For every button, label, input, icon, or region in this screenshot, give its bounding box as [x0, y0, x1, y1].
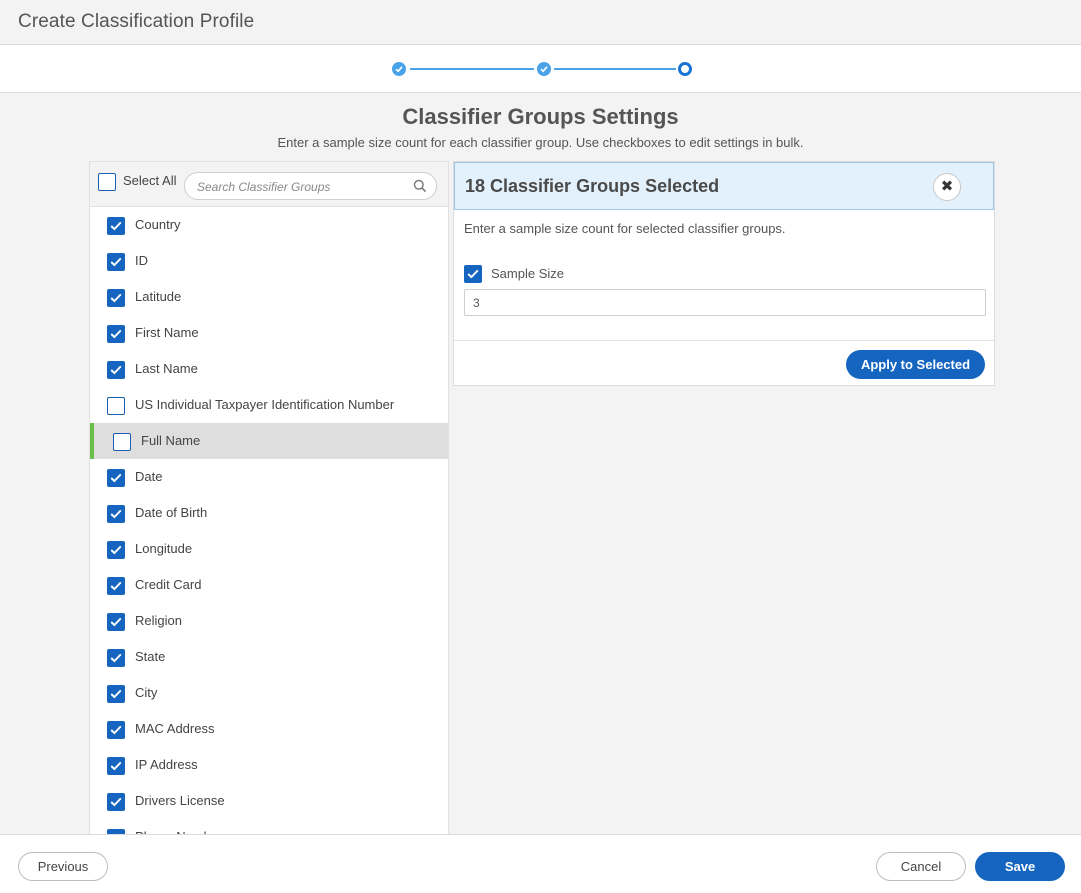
list-item-label: City [135, 685, 158, 700]
cancel-button[interactable]: Cancel [876, 852, 966, 881]
list-item[interactable]: Country [90, 207, 448, 243]
list-item[interactable]: IP Address [90, 747, 448, 783]
list-item-label: Date of Birth [135, 505, 208, 520]
list-item[interactable]: State [90, 639, 448, 675]
list-item-label: IP Address [135, 757, 198, 772]
list-item[interactable]: Latitude [90, 279, 448, 315]
list-item-label: State [135, 649, 166, 664]
close-icon: ✖ [940, 178, 954, 195]
list-item[interactable]: Date of Birth [90, 495, 448, 531]
list-item-label: ID [135, 253, 148, 268]
bulk-edit-panel: 18 Classifier Groups Selected ✖ Enter a … [453, 161, 995, 386]
list-item[interactable]: Full Name [90, 423, 448, 459]
list-item[interactable]: MAC Address [90, 711, 448, 747]
list-item-checkbox[interactable] [107, 217, 125, 235]
list-item-label: First Name [135, 325, 199, 340]
list-item-checkbox[interactable] [107, 685, 125, 703]
bulk-edit-description: Enter a sample size count for selected c… [464, 221, 786, 236]
page-subtitle: Enter a sample size count for each class… [277, 135, 804, 150]
list-item-checkbox[interactable] [107, 505, 125, 523]
list-item-checkbox[interactable] [113, 433, 131, 451]
list-item-label: US Individual Taxpayer Identification Nu… [135, 397, 395, 412]
list-item[interactable]: Phone Number [90, 819, 448, 834]
list-item[interactable]: Longitude [90, 531, 448, 567]
select-all-label: Select All [123, 173, 177, 188]
select-all-checkbox[interactable] [98, 173, 116, 191]
list-item-checkbox[interactable] [107, 289, 125, 307]
list-item-label: Latitude [135, 289, 182, 304]
list-item-checkbox[interactable] [107, 361, 125, 379]
bulk-edit-header: 18 Classifier Groups Selected ✖ [454, 162, 994, 210]
selected-count-title: 18 Classifier Groups Selected [465, 176, 720, 196]
list-item[interactable]: Credit Card [90, 567, 448, 603]
save-button[interactable]: Save [975, 852, 1065, 881]
list-item-checkbox[interactable] [107, 541, 125, 559]
divider [454, 340, 994, 341]
step-2-complete-icon[interactable] [537, 62, 551, 76]
list-item[interactable]: Religion [90, 603, 448, 639]
page-title: Classifier Groups Settings [402, 104, 679, 129]
wizard-stepper [0, 45, 1081, 93]
list-item-checkbox[interactable] [107, 397, 125, 415]
list-item[interactable]: First Name [90, 315, 448, 351]
list-item[interactable]: City [90, 675, 448, 711]
list-panel-header: Select All Search Classifier Groups [90, 162, 448, 207]
list-item-checkbox[interactable] [107, 253, 125, 271]
classifier-groups-list-panel: Select All Search Classifier Groups Coun… [89, 161, 449, 834]
list-item-checkbox[interactable] [107, 757, 125, 775]
list-item-label: Country [135, 217, 181, 232]
list-item-label: Date [135, 469, 163, 484]
list-item-checkbox[interactable] [107, 793, 125, 811]
step-3-current-icon[interactable] [678, 62, 692, 76]
list-item-label: Longitude [135, 541, 193, 556]
list-item-checkbox[interactable] [107, 469, 125, 487]
list-item-label: Drivers License [135, 793, 225, 808]
list-item-checkbox[interactable] [107, 577, 125, 595]
sample-size-checkbox[interactable] [464, 265, 482, 283]
list-item-checkbox[interactable] [107, 649, 125, 667]
step-1-complete-icon[interactable] [392, 62, 406, 76]
list-item-checkbox[interactable] [107, 721, 125, 739]
sample-size-input[interactable] [464, 289, 986, 316]
list-item-checkbox[interactable] [107, 325, 125, 343]
sample-size-label: Sample Size [491, 266, 564, 281]
dialog-header: Create Classification Profile [0, 0, 1081, 45]
list-item-label: MAC Address [135, 721, 215, 736]
step-connector [554, 68, 676, 70]
dialog-footer: Previous Cancel Save [0, 834, 1081, 893]
dialog-title: Create Classification Profile [18, 11, 255, 32]
close-button[interactable]: ✖ [933, 173, 961, 201]
list-item[interactable]: Date [90, 459, 448, 495]
list-item-label: Credit Card [135, 577, 202, 592]
list-item[interactable]: ID [90, 243, 448, 279]
previous-button[interactable]: Previous [18, 852, 108, 881]
list-item-checkbox[interactable] [107, 613, 125, 631]
list-item-label: Last Name [135, 361, 198, 376]
classifier-group-list: Country ID Latitude First Name Last Name US I… [90, 207, 448, 834]
search-placeholder: Search Classifier Groups [197, 180, 331, 194]
list-item[interactable]: Drivers License [90, 783, 448, 819]
list-item-label: Full Name [141, 433, 201, 448]
list-item[interactable]: US Individual Taxpayer Identification Nu… [90, 387, 448, 423]
apply-to-selected-button[interactable]: Apply to Selected [846, 350, 985, 379]
list-item[interactable]: Last Name [90, 351, 448, 387]
step-connector [410, 68, 534, 70]
search-icon [413, 179, 427, 198]
list-item-label: Religion [135, 613, 182, 628]
search-input[interactable]: Search Classifier Groups [184, 172, 437, 200]
